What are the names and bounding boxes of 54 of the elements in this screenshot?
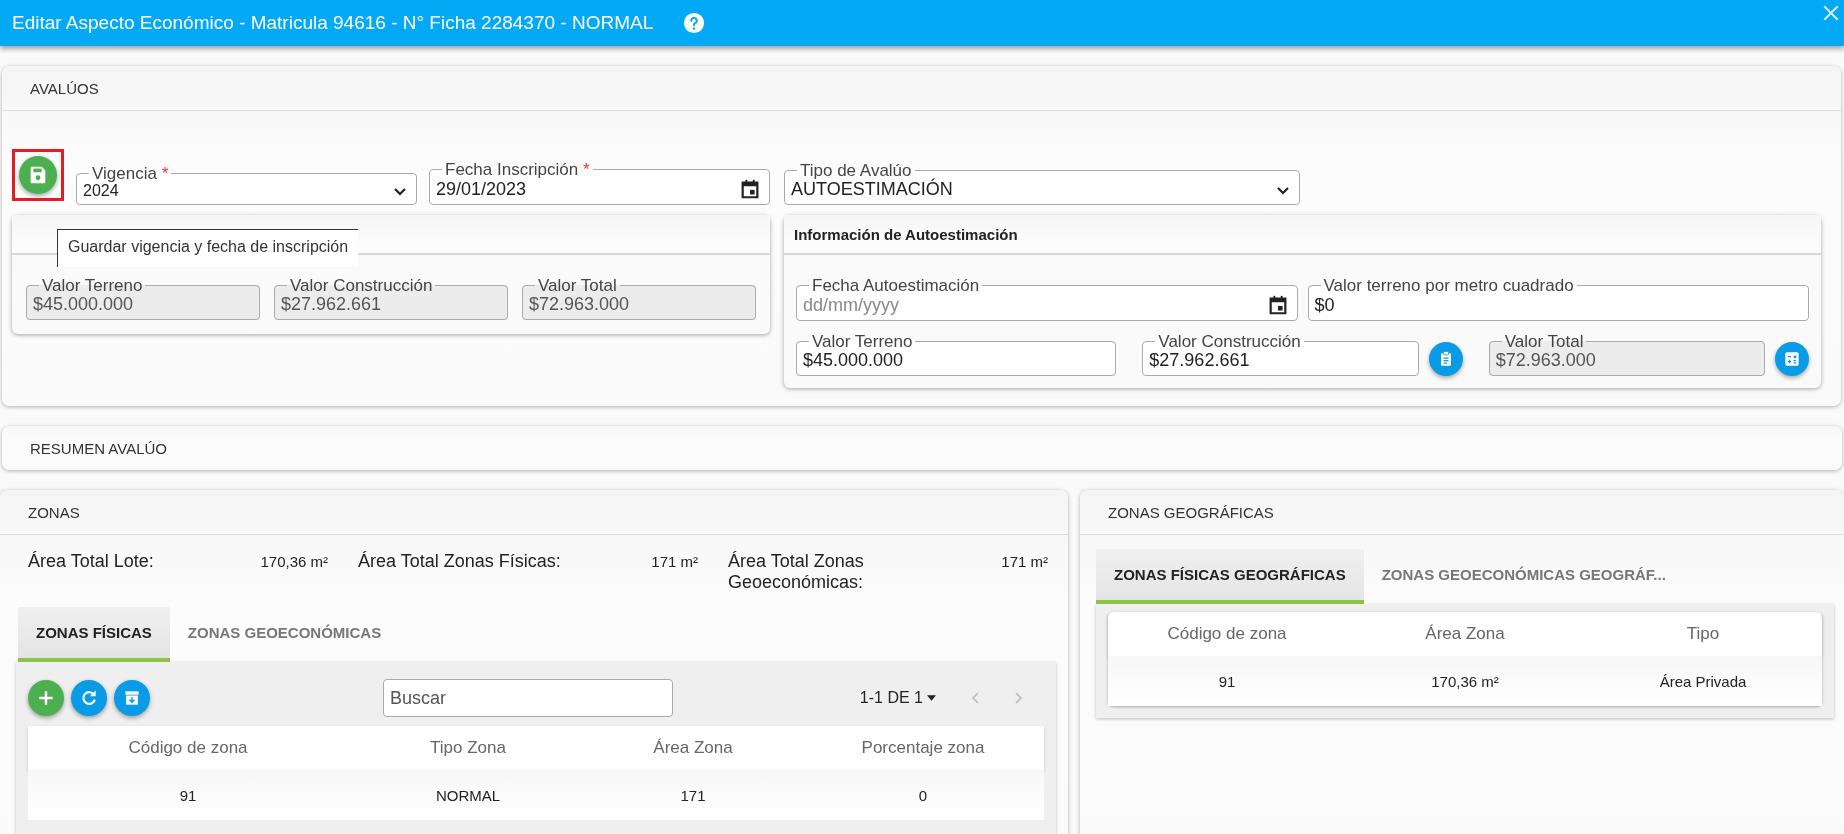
section-title: AVALÚOS bbox=[2, 66, 1841, 111]
column-header: Código de zona bbox=[1166, 624, 1288, 644]
tooltip: Guardar vigencia y fecha de inscripción bbox=[57, 229, 359, 267]
column-header: Tipo Zona bbox=[429, 738, 507, 758]
date-field[interactable]: Fecha Inscripción * 29/01/2023 bbox=[429, 161, 770, 205]
total-value: 171 m² bbox=[651, 552, 698, 570]
table-cell-text: 171 bbox=[679, 786, 707, 804]
tab[interactable]: ZONAS GEOECONÓMICAS bbox=[169, 607, 400, 662]
caret-icon bbox=[927, 695, 936, 701]
close-icon[interactable] bbox=[1822, 4, 1840, 22]
refresh-icon bbox=[79, 688, 99, 708]
tab[interactable]: ZONAS FÍSICAS GEOGRÁFICAS bbox=[1096, 549, 1364, 604]
search-field[interactable]: Buscar bbox=[383, 679, 673, 717]
plus-icon bbox=[36, 688, 56, 708]
add-button[interactable] bbox=[28, 680, 64, 716]
tab[interactable]: ZONAS GEOECONÓMICAS GEOGRÁF... bbox=[1363, 549, 1684, 604]
input-field[interactable]: Valor terreno por metro cuadrado $0 bbox=[1307, 277, 1809, 321]
card-title: Información de Autoestimación bbox=[784, 215, 1821, 255]
tab[interactable]: ZONAS FÍSICAS bbox=[18, 607, 170, 662]
input-field[interactable]: Valor Terreno $45.000.000 bbox=[796, 333, 1117, 376]
total-value: 171 m² bbox=[1001, 552, 1048, 570]
help-icon[interactable] bbox=[683, 12, 706, 34]
input-field[interactable]: Valor Construcción $27.962.661 bbox=[1142, 333, 1419, 376]
archive-icon bbox=[122, 688, 142, 708]
column-header: Porcentaje zona bbox=[860, 738, 986, 758]
section-title: ZONAS GEOGRÁFICAS bbox=[1080, 490, 1844, 535]
calendar-icon[interactable] bbox=[739, 178, 761, 200]
total-label: Área Total Zonas Físicas: bbox=[358, 551, 561, 572]
table-cell-text: 0 bbox=[917, 786, 929, 804]
calculator-icon bbox=[1782, 349, 1802, 369]
section-title: ZONAS bbox=[0, 490, 1068, 535]
column-header: Código de zona bbox=[127, 738, 249, 758]
column-header: Área Zona bbox=[652, 738, 734, 758]
select-field[interactable]: Tipo de Avalúo AUTOESTIMACIÓN bbox=[784, 162, 1300, 205]
window-title: Editar Aspecto Económico - Matricula 94616 - N° Ficha 2284370 - NORMAL bbox=[12, 12, 654, 34]
table-cell-text: 170,36 m² bbox=[1430, 672, 1500, 690]
date-field[interactable]: Fecha Autoestimación dd/mm/yyyy bbox=[796, 277, 1298, 321]
page-size-dropdown[interactable]: 1-1 DE 1 bbox=[853, 688, 942, 708]
total-value: 170,36 m² bbox=[260, 552, 328, 570]
section-title: RESUMEN AVALÚO bbox=[29, 438, 168, 459]
select-field[interactable]: Vigencia * 2024 bbox=[76, 165, 417, 205]
refresh-button[interactable] bbox=[71, 680, 107, 716]
calculator-button[interactable] bbox=[1775, 342, 1809, 376]
total-label: Área Total Lote: bbox=[28, 551, 154, 572]
table-cell-text: Área Privada bbox=[1658, 672, 1748, 690]
table-cell-text: NORMAL bbox=[434, 786, 502, 804]
total-label: Área Total Zonas Geoeconómicas: bbox=[728, 551, 865, 593]
archive-button[interactable] bbox=[114, 680, 150, 716]
column-header: Tipo bbox=[1685, 624, 1721, 644]
column-header: Área Zona bbox=[1424, 624, 1506, 644]
table-cell-text: 91 bbox=[1217, 672, 1237, 690]
table-cell-text: 91 bbox=[178, 786, 198, 804]
clipboard-button[interactable] bbox=[1428, 342, 1463, 376]
save-button[interactable] bbox=[19, 156, 57, 194]
